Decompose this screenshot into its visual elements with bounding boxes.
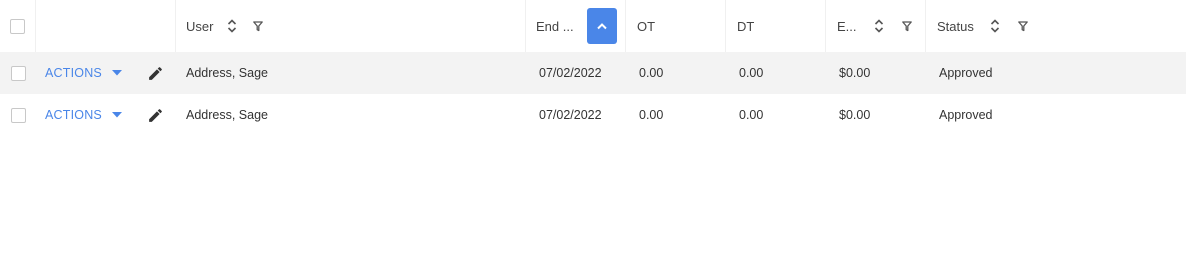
actions-header-cell bbox=[36, 0, 176, 52]
actions-dropdown[interactable]: ACTIONS bbox=[45, 66, 122, 80]
filter-icon[interactable] bbox=[901, 20, 912, 32]
user-cell: Address, Sage bbox=[186, 94, 516, 136]
e-cell: $0.00 bbox=[839, 94, 919, 136]
row-select-cell bbox=[0, 94, 36, 136]
user-value: Address, Sage bbox=[186, 108, 268, 122]
status-value: Approved bbox=[939, 66, 993, 80]
ot-cell: 0.00 bbox=[639, 94, 719, 136]
status-cell: Approved bbox=[939, 52, 1059, 94]
dt-cell: 0.00 bbox=[739, 94, 819, 136]
end-value: 07/02/2022 bbox=[539, 108, 602, 122]
user-value: Address, Sage bbox=[186, 66, 268, 80]
end-cell: 07/02/2022 bbox=[539, 94, 629, 136]
chevron-up-icon bbox=[596, 23, 607, 30]
edit-cell bbox=[147, 52, 167, 94]
sort-icon[interactable] bbox=[874, 19, 884, 33]
dt-column-label: DT bbox=[737, 18, 755, 34]
dt-column-header[interactable]: DT bbox=[726, 0, 826, 52]
ot-value: 0.00 bbox=[639, 66, 664, 80]
end-value: 07/02/2022 bbox=[539, 66, 602, 80]
status-cell: Approved bbox=[939, 94, 1059, 136]
actions-label: ACTIONS bbox=[45, 108, 102, 122]
status-column-header[interactable]: Status bbox=[926, 0, 1186, 52]
status-column-label: Status bbox=[937, 18, 974, 34]
caret-down-icon bbox=[111, 112, 122, 118]
end-column-header[interactable]: End ... bbox=[526, 0, 626, 52]
table-row[interactable]: ACTIONS Address, Sage 07/02/2022 0.00 0.… bbox=[0, 94, 1186, 136]
e-value: $0.00 bbox=[839, 66, 871, 80]
timesheet-grid: User End ... OT DT E... Status ACTIONS A… bbox=[0, 0, 1186, 136]
ot-column-label: OT bbox=[637, 18, 656, 34]
grid-header: User End ... OT DT E... Status bbox=[0, 0, 1186, 52]
actions-dropdown[interactable]: ACTIONS bbox=[45, 108, 122, 122]
pencil-icon[interactable] bbox=[147, 107, 164, 124]
e-value: $0.00 bbox=[839, 108, 871, 122]
sort-icon[interactable] bbox=[227, 19, 237, 33]
dt-value: 0.00 bbox=[739, 66, 764, 80]
user-cell: Address, Sage bbox=[186, 52, 516, 94]
status-value: Approved bbox=[939, 108, 993, 122]
select-all-checkbox[interactable] bbox=[10, 18, 25, 34]
filter-icon[interactable] bbox=[253, 20, 264, 32]
caret-down-icon bbox=[111, 70, 122, 76]
actions-cell: ACTIONS bbox=[45, 52, 145, 94]
pencil-icon[interactable] bbox=[147, 65, 164, 82]
filter-icon[interactable] bbox=[1018, 20, 1028, 32]
dt-cell: 0.00 bbox=[739, 52, 819, 94]
row-checkbox[interactable] bbox=[10, 65, 26, 81]
actions-cell: ACTIONS bbox=[45, 94, 145, 136]
ot-cell: 0.00 bbox=[639, 52, 719, 94]
actions-label: ACTIONS bbox=[45, 66, 102, 80]
dt-value: 0.00 bbox=[739, 108, 764, 122]
ot-column-header[interactable]: OT bbox=[626, 0, 726, 52]
e-column-label: E... bbox=[837, 18, 857, 34]
ot-value: 0.00 bbox=[639, 108, 664, 122]
user-column-label: User bbox=[186, 18, 214, 34]
e-column-header[interactable]: E... bbox=[826, 0, 926, 52]
row-select-cell bbox=[0, 52, 36, 94]
select-all-cell bbox=[0, 0, 36, 52]
e-cell: $0.00 bbox=[839, 52, 919, 94]
edit-cell bbox=[147, 94, 167, 136]
end-cell: 07/02/2022 bbox=[539, 52, 629, 94]
sort-icon[interactable] bbox=[990, 19, 1000, 33]
user-column-header[interactable]: User bbox=[176, 0, 526, 52]
end-column-label: End ... bbox=[536, 18, 574, 34]
sort-ascending-button[interactable] bbox=[586, 8, 617, 44]
row-checkbox[interactable] bbox=[10, 107, 26, 123]
table-row[interactable]: ACTIONS Address, Sage 07/02/2022 0.00 0.… bbox=[0, 52, 1186, 94]
